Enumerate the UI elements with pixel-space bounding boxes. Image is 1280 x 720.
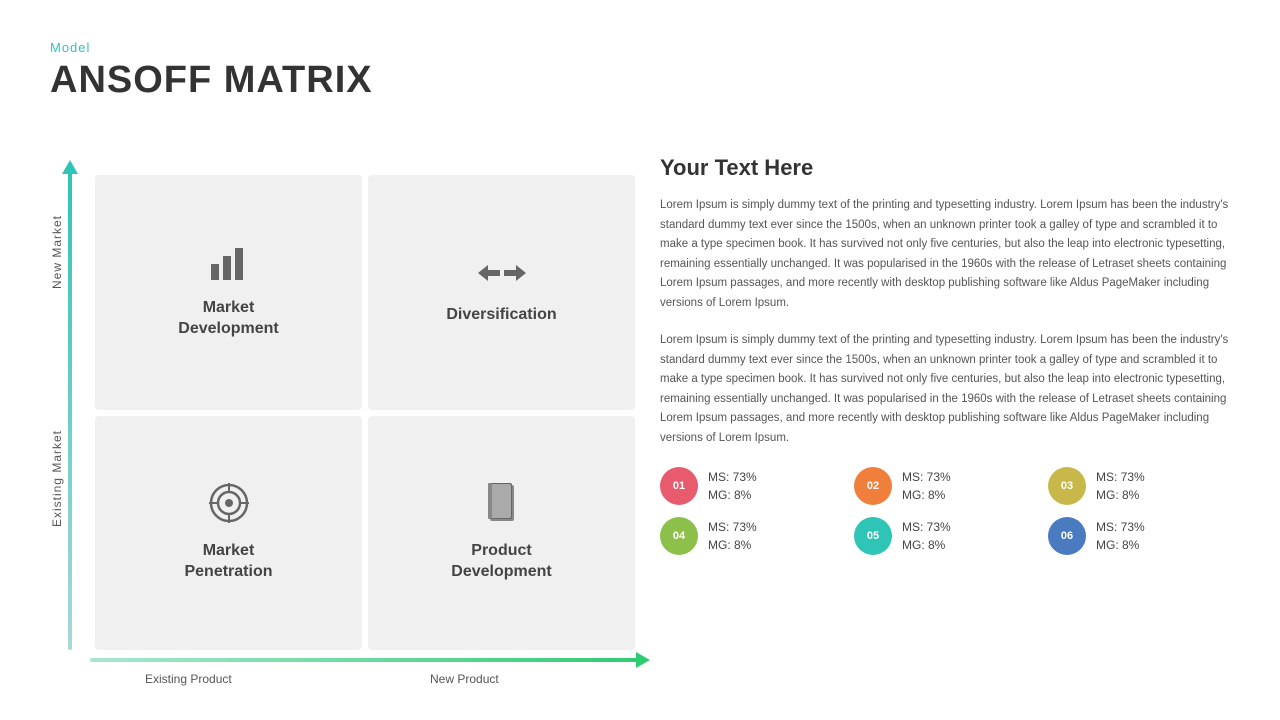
matrix-grid: MarketDevelopment Diversification — [95, 175, 635, 650]
model-label: Model — [50, 40, 1230, 55]
bar-chart-icon — [209, 244, 249, 288]
paragraph-2: Lorem Ipsum is simply dummy text of the … — [660, 331, 1230, 448]
y-axis-arrow — [68, 170, 72, 650]
stat-text-01: MS: 73%MG: 8% — [708, 468, 757, 504]
market-penetration-label: MarketPenetration — [184, 541, 272, 583]
y-label-new-market: New Market — [50, 215, 64, 289]
stat-badge-05: 05 — [854, 517, 892, 555]
stats-grid: 01 MS: 73%MG: 8% 02 MS: 73%MG: 8% 03 MS: 73%M… — [660, 467, 1230, 555]
product-development-label: ProductDevelopment — [451, 541, 551, 583]
cell-market-development: MarketDevelopment — [95, 175, 362, 410]
stat-text-04: MS: 73%MG: 8% — [708, 518, 757, 554]
stat-text-03: MS: 73%MG: 8% — [1096, 468, 1145, 504]
arrows-icon — [478, 258, 526, 295]
stat-item-04: 04 MS: 73%MG: 8% — [660, 517, 842, 555]
stat-item-03: 03 MS: 73%MG: 8% — [1048, 467, 1230, 505]
x-label-new-product: New Product — [430, 672, 499, 686]
target-icon — [209, 483, 249, 531]
stat-badge-01: 01 — [660, 467, 698, 505]
cell-diversification: Diversification — [368, 175, 635, 410]
y-label-existing-market: Existing Market — [50, 430, 64, 527]
right-panel: Your Text Here Lorem Ipsum is simply dum… — [660, 155, 1230, 555]
stat-item-06: 06 MS: 73%MG: 8% — [1048, 517, 1230, 555]
stat-item-02: 02 MS: 73%MG: 8% — [854, 467, 1036, 505]
diversification-label: Diversification — [446, 305, 556, 326]
market-development-label: MarketDevelopment — [178, 298, 278, 340]
matrix-section: New Market Existing Market MarketDevelop… — [50, 160, 670, 680]
stat-badge-06: 06 — [1048, 517, 1086, 555]
stat-badge-02: 02 — [854, 467, 892, 505]
book-icon — [484, 483, 520, 531]
stat-badge-04: 04 — [660, 517, 698, 555]
stat-item-01: 01 MS: 73%MG: 8% — [660, 467, 842, 505]
stat-text-06: MS: 73%MG: 8% — [1096, 518, 1145, 554]
stat-item-05: 05 MS: 73%MG: 8% — [854, 517, 1036, 555]
cell-market-penetration: MarketPenetration — [95, 416, 362, 651]
cell-product-development: ProductDevelopment — [368, 416, 635, 651]
stat-text-05: MS: 73%MG: 8% — [902, 518, 951, 554]
x-axis-arrow — [90, 658, 640, 662]
panel-title: Your Text Here — [660, 155, 1230, 181]
paragraph-1: Lorem Ipsum is simply dummy text of the … — [660, 196, 1230, 313]
page-title: ANSOFF MATRIX — [50, 59, 1230, 102]
stat-badge-03: 03 — [1048, 467, 1086, 505]
x-label-existing-product: Existing Product — [145, 672, 232, 686]
stat-text-02: MS: 73%MG: 8% — [902, 468, 951, 504]
